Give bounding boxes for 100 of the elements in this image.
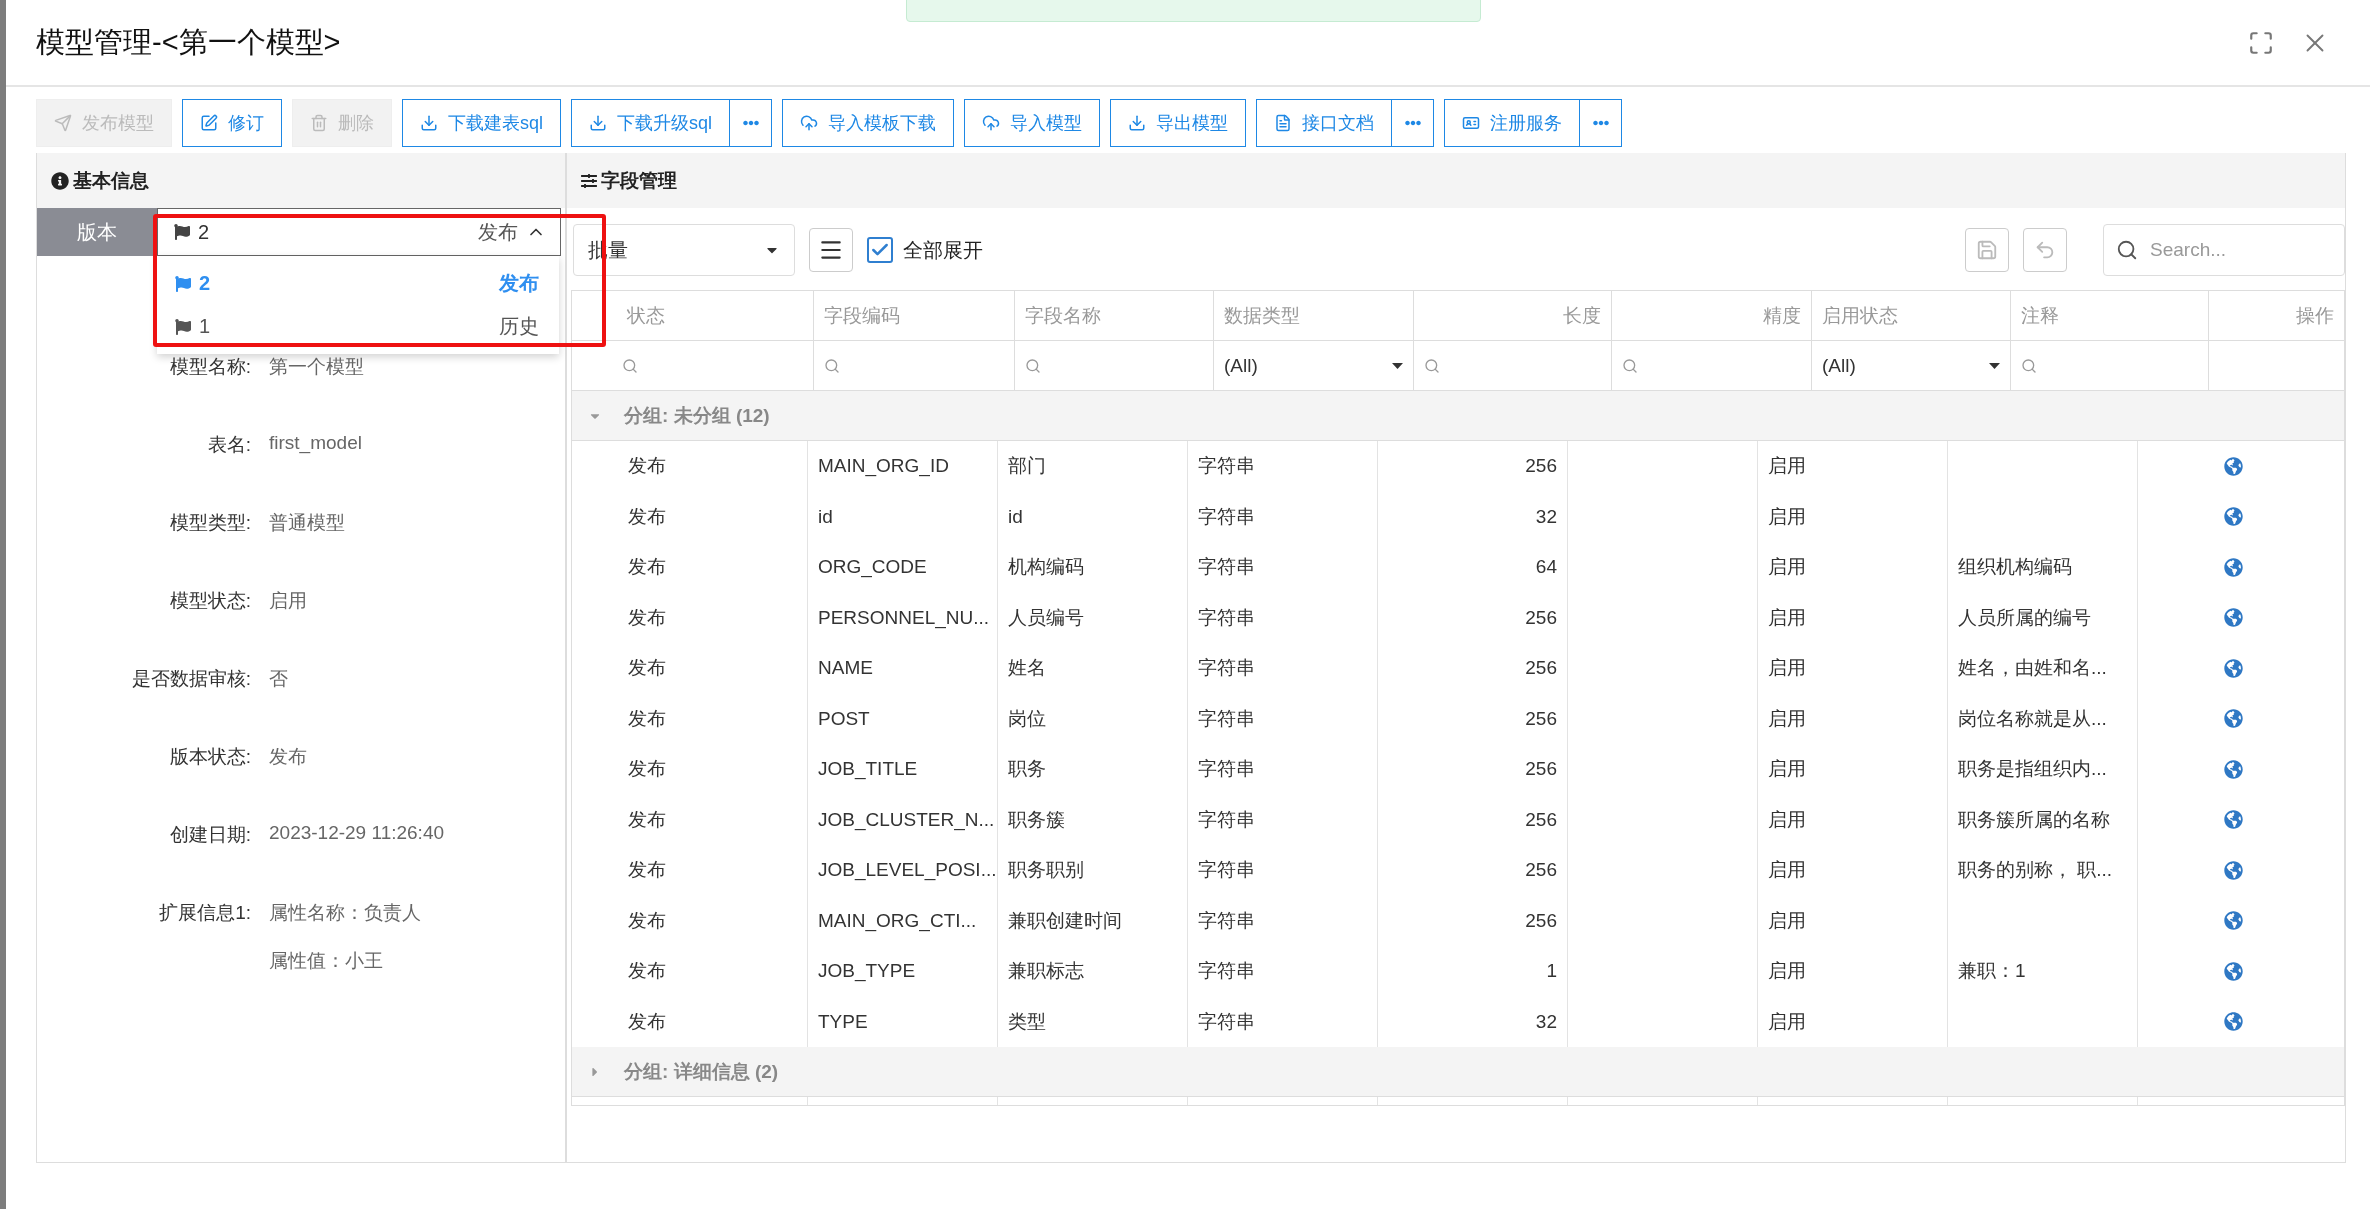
table-cell-text: 兼职标志 [1008, 959, 1084, 984]
table-cell: 256 [1525, 909, 1557, 932]
more-button[interactable] [1392, 99, 1435, 147]
table-cell-text: 启用 [1768, 908, 1806, 933]
table-cell-text: 姓名，由姓和名... [1958, 656, 2107, 681]
search-icon [622, 357, 638, 374]
table-cell-text: 发布 [628, 454, 666, 479]
globe-icon[interactable] [2223, 456, 2243, 476]
table-cell-text: 启用 [1768, 555, 1806, 580]
table-cell-text: 发布 [628, 858, 666, 883]
globe-icon[interactable] [2223, 810, 2243, 830]
dropdown-option[interactable]: 1 历史 [157, 305, 559, 348]
filter-select[interactable]: (All) [1224, 354, 1403, 377]
globe-icon[interactable] [2223, 1012, 2243, 1032]
field-label: 版本状态: [168, 745, 251, 769]
column-header[interactable]: 字段名称 [1025, 302, 1101, 329]
table-cell-text: 发布 [628, 757, 666, 782]
table-cell-text: 发布 [628, 504, 666, 529]
column-header[interactable]: 精度 [1763, 302, 1801, 329]
search-icon [1025, 357, 1041, 374]
more-button[interactable] [730, 99, 773, 147]
dropdown-option[interactable]: 2 发布 [157, 262, 559, 305]
globe-icon[interactable] [2223, 911, 2243, 931]
flag-icon [175, 318, 191, 335]
toolbar-button[interactable]: 接口文档 [1256, 99, 1393, 147]
filter-select[interactable]: (All) [1822, 354, 2000, 377]
toolbar-button[interactable]: 下载建表sql [402, 99, 561, 147]
table-cell-text: 字符串 [1198, 959, 1255, 984]
table-cell-text: 字符串 [1198, 908, 1255, 933]
globe-icon[interactable] [2223, 658, 2243, 678]
table-cell-text: 发布 [628, 908, 666, 933]
table-cell: MAIN_ORG_ID [818, 455, 949, 478]
table-cell-text: 人员所属的编号 [1958, 605, 2091, 630]
table-cell: MAIN_ORG_CTI... [818, 909, 977, 932]
toolbar-button[interactable]: 导入模板下载 [782, 99, 955, 147]
table-cell: 32 [1535, 1010, 1557, 1033]
sliders-icon [581, 172, 597, 189]
globe-icon[interactable] [2223, 709, 2243, 729]
info-icon [51, 171, 69, 190]
table-cell-text: 启用 [1768, 858, 1806, 883]
toolbar-button[interactable]: 导入模型 [964, 99, 1101, 147]
globe-icon[interactable] [2223, 759, 2243, 779]
toolbar-button[interactable]: 下载升级sql [571, 99, 731, 147]
table-cell-text: 发布 [628, 605, 666, 630]
table-cell-text: 人员编号 [1008, 605, 1084, 630]
field-value: 属性值：小王 [269, 949, 384, 973]
card-icon [1462, 114, 1481, 132]
table-cell-text: 启用 [1768, 959, 1806, 984]
version-select[interactable]: 2 发布 [157, 208, 561, 256]
table-cell-text: 发布 [628, 807, 666, 832]
table-cell: POST [818, 707, 870, 730]
table-cell-text: 启用 [1768, 807, 1806, 832]
column-header[interactable]: 操作 [2296, 302, 2334, 329]
column-header[interactable]: 状态 [582, 302, 665, 329]
more-button[interactable] [1580, 99, 1623, 147]
trash-icon [310, 114, 328, 132]
cloud-upload-icon [982, 114, 1001, 132]
table-cell: TYPE [818, 1010, 868, 1033]
save-icon [1976, 239, 1998, 261]
column-header[interactable]: 长度 [1563, 302, 1601, 329]
table-cell-text: 字符串 [1198, 605, 1255, 630]
globe-icon[interactable] [2223, 507, 2243, 527]
globe-icon[interactable] [2223, 557, 2243, 577]
column-header[interactable]: 注释 [2021, 302, 2059, 329]
table-cell-text: 字符串 [1198, 807, 1255, 832]
table-cell: 256 [1525, 859, 1557, 882]
download-icon [589, 114, 607, 132]
toolbar-button[interactable]: 注册服务 [1444, 99, 1581, 147]
search-icon [2021, 357, 2037, 374]
toolbar-button[interactable]: 导出模型 [1110, 99, 1247, 147]
table-cell-text: 职务 [1008, 757, 1046, 782]
menu-button[interactable] [809, 228, 853, 272]
table-cell: 32 [1535, 505, 1557, 528]
table-cell-text: 字符串 [1198, 656, 1255, 681]
table-cell: 256 [1525, 707, 1557, 730]
globe-icon[interactable] [2223, 961, 2243, 981]
table-cell-text: 组织机构编码 [1958, 555, 2072, 580]
table-cell-text: 启用 [1768, 1009, 1806, 1034]
table-cell-text: 启用 [1768, 504, 1806, 529]
toolbar-button[interactable]: 修订 [182, 99, 282, 147]
column-header[interactable]: 启用状态 [1822, 302, 1898, 329]
table-cell: 256 [1525, 657, 1557, 680]
field-value: 2023-12-29 11:26:40 [269, 822, 446, 844]
globe-icon[interactable] [2223, 608, 2243, 628]
edit-icon [200, 114, 218, 132]
search-field[interactable]: Search... [2103, 224, 2345, 276]
field-value: 普通模型 [269, 511, 346, 535]
checkbox[interactable] [867, 237, 893, 263]
group-label: 分组: 详细信息 (2) [624, 1059, 779, 1084]
globe-icon[interactable] [2223, 860, 2243, 880]
download-icon [1128, 114, 1147, 132]
table-cell: 256 [1525, 455, 1557, 478]
table-cell-text: 启用 [1768, 757, 1806, 782]
column-header[interactable]: 数据类型 [1224, 302, 1300, 329]
column-header[interactable]: 字段编码 [824, 302, 900, 329]
table-cell-text: 启用 [1768, 706, 1806, 731]
field-value: 属性名称：负责人 [269, 901, 422, 925]
fullscreen-icon[interactable] [2248, 29, 2274, 56]
table-cell: id [818, 505, 833, 528]
table-cell: id [1008, 505, 1023, 528]
